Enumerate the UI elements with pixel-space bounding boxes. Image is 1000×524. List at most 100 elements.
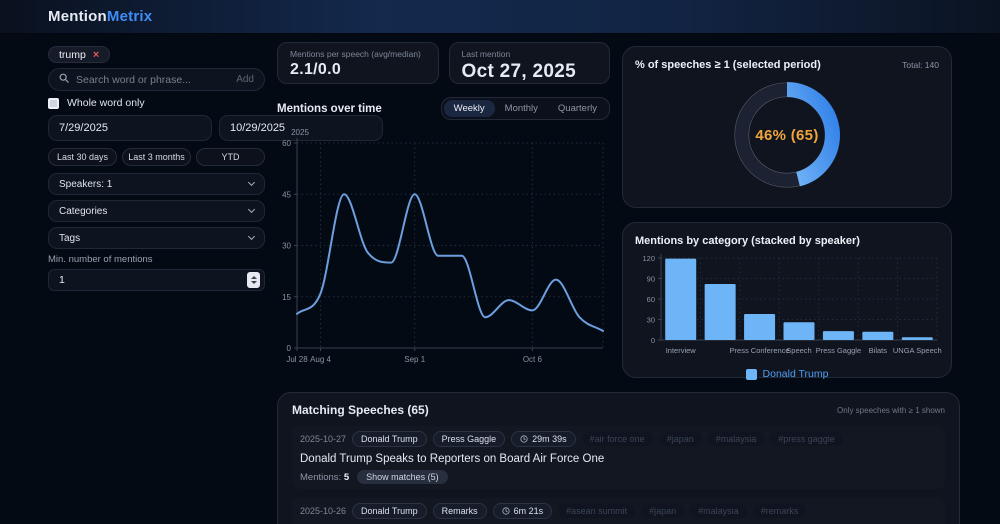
svg-text:0: 0 — [287, 344, 292, 353]
number-stepper[interactable] — [247, 272, 260, 288]
date-from-input[interactable] — [48, 115, 212, 141]
duration-chip: 6m 21s — [492, 503, 553, 519]
stat-value: Oct 27, 2025 — [461, 61, 577, 82]
toggle-weekly[interactable]: Weekly — [443, 100, 495, 117]
show-matches-button[interactable]: Show matches (5) — [357, 470, 448, 484]
tags-dropdown[interactable]: Tags — [48, 227, 265, 249]
speech-meta-row: 2025-10-26 Donald Trump Remarks 6m 21s #asea… — [300, 503, 937, 519]
chevron-down-icon — [247, 232, 256, 241]
svg-text:30: 30 — [282, 242, 291, 251]
quick-range-last-3-months[interactable]: Last 3 months — [122, 148, 191, 166]
category-chart-title: Mentions by category (stacked by speaker… — [635, 235, 860, 247]
mentions-count: Mentions: 5 — [300, 472, 349, 483]
clock-icon — [520, 435, 528, 443]
donut-title: % of speeches ≥ 1 (selected period) — [635, 59, 821, 71]
svg-text:Oct 6: Oct 6 — [523, 355, 543, 364]
stat-label: Mentions per speech (avg/median) — [290, 49, 421, 59]
svg-text:Press Conference: Press Conference — [730, 346, 790, 355]
speech-meta-row: 2025-10-27 Donald Trump Press Gaggle 29m 39… — [300, 431, 937, 447]
hashtag-pill: #malaysia — [707, 432, 765, 446]
category-chip[interactable]: Remarks — [432, 503, 487, 519]
matching-speeches-note: Only speeches with ≥ 1 shown — [837, 405, 945, 415]
hashtag-pill: #asean summit — [558, 504, 636, 518]
speech-date: 2025-10-27 — [300, 434, 347, 444]
speaker-chip[interactable]: Donald Trump — [352, 431, 427, 447]
svg-text:Interview: Interview — [666, 346, 697, 355]
svg-text:30: 30 — [647, 316, 655, 325]
speakers-dropdown[interactable]: Speakers: 1 — [48, 173, 265, 195]
add-term-button[interactable]: Add — [236, 74, 254, 85]
app-logo: MentionMetrix — [48, 8, 152, 25]
svg-text:Sep 1: Sep 1 — [404, 355, 425, 364]
mentions-line-chart: 0 15 30 45 60 Jul 28 Aug 4 Sep 1 Oct 6 2025 — [277, 124, 610, 377]
mentions-label: Mentions: — [300, 471, 344, 483]
svg-text:0: 0 — [651, 336, 655, 345]
donut-card: % of speeches ≥ 1 (selected period) Tota… — [622, 46, 952, 208]
tags-dropdown-label: Tags — [59, 232, 81, 244]
search-term-chip[interactable]: trump × — [48, 46, 111, 63]
speakers-dropdown-label: Speakers: 1 — [59, 178, 113, 190]
search-box[interactable]: Add — [48, 68, 265, 91]
right-column: % of speeches ≥ 1 (selected period) Tota… — [622, 46, 952, 380]
svg-text:90: 90 — [647, 275, 655, 284]
mentions-over-time-title: Mentions over time — [277, 102, 382, 115]
svg-text:UNGA Speech: UNGA Speech — [893, 346, 942, 355]
duration-text: 6m 21s — [513, 506, 544, 516]
duration-text: 29m 39s — [532, 434, 567, 444]
stat-label: Last mention — [461, 49, 511, 59]
speech-title[interactable]: Donald Trump Speaks to Reporters on Boar… — [300, 453, 937, 465]
hashtag-pill: #japan — [641, 504, 685, 518]
hashtag-pill: #remarks — [752, 504, 807, 518]
search-icon — [59, 73, 69, 86]
svg-text:2025: 2025 — [291, 128, 309, 137]
chart-legend: Donald Trump — [633, 368, 941, 380]
whole-word-row[interactable]: Whole word only — [48, 97, 265, 109]
svg-text:120: 120 — [642, 254, 655, 263]
quick-range-last-30-days[interactable]: Last 30 days — [48, 148, 117, 166]
hashtag-pill: #press gaggle — [770, 432, 843, 446]
category-bar-card: Mentions by category (stacked by speaker… — [622, 222, 952, 380]
hashtag-pill: #malaysia — [690, 504, 747, 518]
stepper-down-icon[interactable] — [250, 281, 257, 284]
stat-card-last-mention: Last mention Oct 27, 2025 — [448, 42, 610, 84]
toggle-quarterly[interactable]: Quarterly — [548, 100, 607, 117]
filter-sidebar: trump × Add Whole word only Last 30 days… — [48, 46, 383, 291]
hashtag-pill: #air force one — [581, 432, 653, 446]
legend-swatch — [745, 368, 757, 380]
logo-text-primary: Mention — [48, 8, 107, 25]
stepper-up-icon[interactable] — [250, 276, 257, 279]
min-mentions-label: Min. number of mentions — [48, 254, 153, 265]
svg-text:Aug 4: Aug 4 — [310, 355, 331, 364]
svg-text:Jul 28: Jul 28 — [286, 355, 308, 364]
clock-icon — [501, 507, 510, 515]
matching-speeches-title: Matching Speeches (65) — [292, 403, 429, 417]
toggle-monthly[interactable]: Monthly — [495, 100, 548, 117]
duration-chip: 29m 39s — [511, 431, 576, 447]
category-chip[interactable]: Press Gaggle — [432, 431, 506, 447]
search-input[interactable] — [76, 73, 230, 86]
svg-text:Press Gaggle: Press Gaggle — [816, 346, 861, 355]
legend-label: Donald Trump — [762, 368, 829, 380]
chevron-down-icon — [247, 178, 256, 187]
matching-speeches-card: Matching Speeches (65) Only speeches wit… — [277, 392, 960, 524]
speaker-chip[interactable]: Donald Trump — [352, 503, 427, 519]
categories-dropdown-label: Categories — [59, 205, 108, 217]
remove-term-icon[interactable]: × — [93, 49, 99, 61]
main-column: Mentions per speech (avg/median) 2.1/0.0… — [277, 42, 610, 377]
hashtag-pill: #japan — [658, 432, 702, 446]
categories-dropdown[interactable]: Categories — [48, 200, 265, 222]
line-chart-svg: 0 15 30 45 60 Jul 28 Aug 4 Sep 1 Oct 6 2025 — [282, 128, 604, 364]
app-header: MentionMetrix — [0, 0, 1000, 34]
speech-footer: Mentions: 5 Show matches (5) — [300, 470, 937, 484]
donut-total: Total: 140 — [902, 60, 939, 70]
min-mentions-input[interactable]: 1 — [48, 269, 265, 291]
donut-chart: 46% (65) — [729, 77, 845, 193]
whole-word-checkbox[interactable] — [48, 97, 59, 109]
svg-text:60: 60 — [282, 139, 291, 148]
speech-list-item[interactable]: 2025-10-27 Donald Trump Press Gaggle 29m 39… — [292, 426, 945, 489]
svg-text:15: 15 — [282, 293, 291, 302]
quick-range-ytd[interactable]: YTD — [196, 148, 265, 166]
speech-list-item[interactable]: 2025-10-26 Donald Trump Remarks 6m 21s #asea… — [292, 498, 945, 524]
donut-center-label: 46% (65) — [755, 126, 819, 144]
chevron-down-icon — [247, 205, 256, 214]
